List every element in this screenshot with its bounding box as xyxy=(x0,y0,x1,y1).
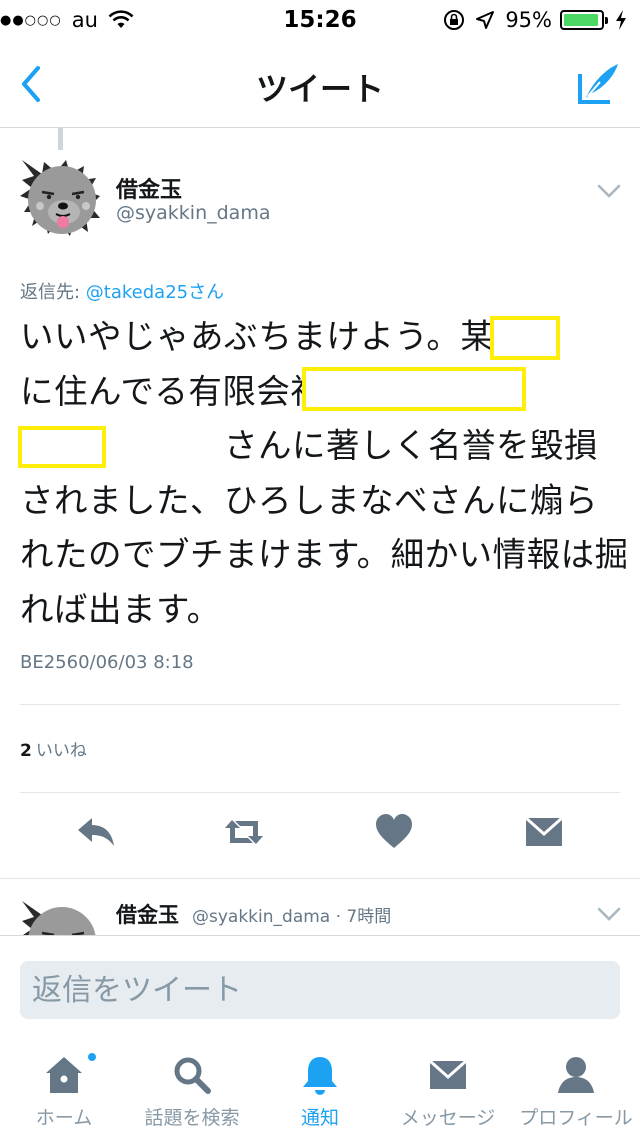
tab-label: 通知 xyxy=(300,1107,339,1129)
avatar[interactable] xyxy=(18,156,102,240)
tab-search[interactable]: 話題を検索 xyxy=(128,1037,256,1136)
reply-bar xyxy=(0,935,640,1037)
home-icon xyxy=(46,1057,82,1093)
reply-to-label: 返信先: xyxy=(20,282,86,303)
chevron-down-icon[interactable] xyxy=(596,905,622,923)
divider xyxy=(20,704,620,705)
chevron-down-icon[interactable] xyxy=(596,182,622,200)
next-tweet[interactable]: 借金玉 @syakkin_dama · 7時間 xyxy=(0,879,640,935)
likes-number: 2 xyxy=(20,741,32,761)
compose-tweet-icon[interactable] xyxy=(574,60,622,108)
heart-icon[interactable] xyxy=(372,810,416,854)
battery-icon xyxy=(560,10,608,30)
reply-icon[interactable] xyxy=(74,810,118,854)
avatar[interactable] xyxy=(18,897,102,935)
author-name[interactable]: 借金玉 xyxy=(116,172,182,204)
tweet-timestamp: BE2560/06/03 8:18 xyxy=(20,652,194,673)
direct-message-icon[interactable] xyxy=(522,810,566,854)
envelope-icon xyxy=(429,1059,467,1089)
redaction-box xyxy=(490,316,560,360)
tab-profile[interactable]: プロフィール xyxy=(512,1037,640,1136)
redaction-box xyxy=(302,367,526,411)
likes-count[interactable]: 2 いいね xyxy=(20,736,87,761)
divider xyxy=(20,792,620,793)
tweet-meta: @syakkin_dama · 7時間 xyxy=(192,907,392,927)
page-title: ツイート xyxy=(255,70,384,108)
location-icon xyxy=(476,11,495,29)
tweet-actions xyxy=(0,810,640,862)
retweet-icon[interactable] xyxy=(222,810,266,854)
reply-to-line: 返信先: @takeda25さん xyxy=(20,278,224,304)
author-handle[interactable]: @syakkin_dama xyxy=(116,202,270,224)
tab-bar: ホーム 話題を検索 通知 メッセージ プロフィール xyxy=(0,1037,640,1136)
thread-connector xyxy=(58,128,63,150)
reply-mention-link[interactable]: @takeda25さん xyxy=(86,282,224,303)
tab-label: 話題を検索 xyxy=(144,1107,240,1129)
charging-icon xyxy=(616,10,626,30)
tab-home[interactable]: ホーム xyxy=(0,1037,128,1136)
battery-level xyxy=(564,14,599,26)
redaction-box xyxy=(18,426,106,468)
tab-label: プロフィール xyxy=(519,1107,633,1129)
status-bar: ●●○○○ au 15:26 95% xyxy=(0,0,640,40)
tab-notifications[interactable]: 通知 xyxy=(256,1037,384,1136)
status-right: 95% xyxy=(443,8,628,32)
person-icon xyxy=(558,1057,594,1093)
tab-label: ホーム xyxy=(35,1107,93,1129)
bell-icon xyxy=(303,1057,337,1095)
nav-bar: ツイート xyxy=(0,40,640,128)
tab-label: メッセージ xyxy=(400,1107,496,1129)
likes-label: いいね xyxy=(35,741,87,761)
notification-dot xyxy=(86,1051,98,1063)
rotation-lock-icon xyxy=(444,10,465,30)
battery-percent: 95% xyxy=(505,8,552,32)
tab-messages[interactable]: メッセージ xyxy=(384,1037,512,1136)
author-name[interactable]: 借金玉 xyxy=(116,899,179,929)
reply-input[interactable] xyxy=(20,961,620,1019)
search-icon xyxy=(174,1057,211,1094)
